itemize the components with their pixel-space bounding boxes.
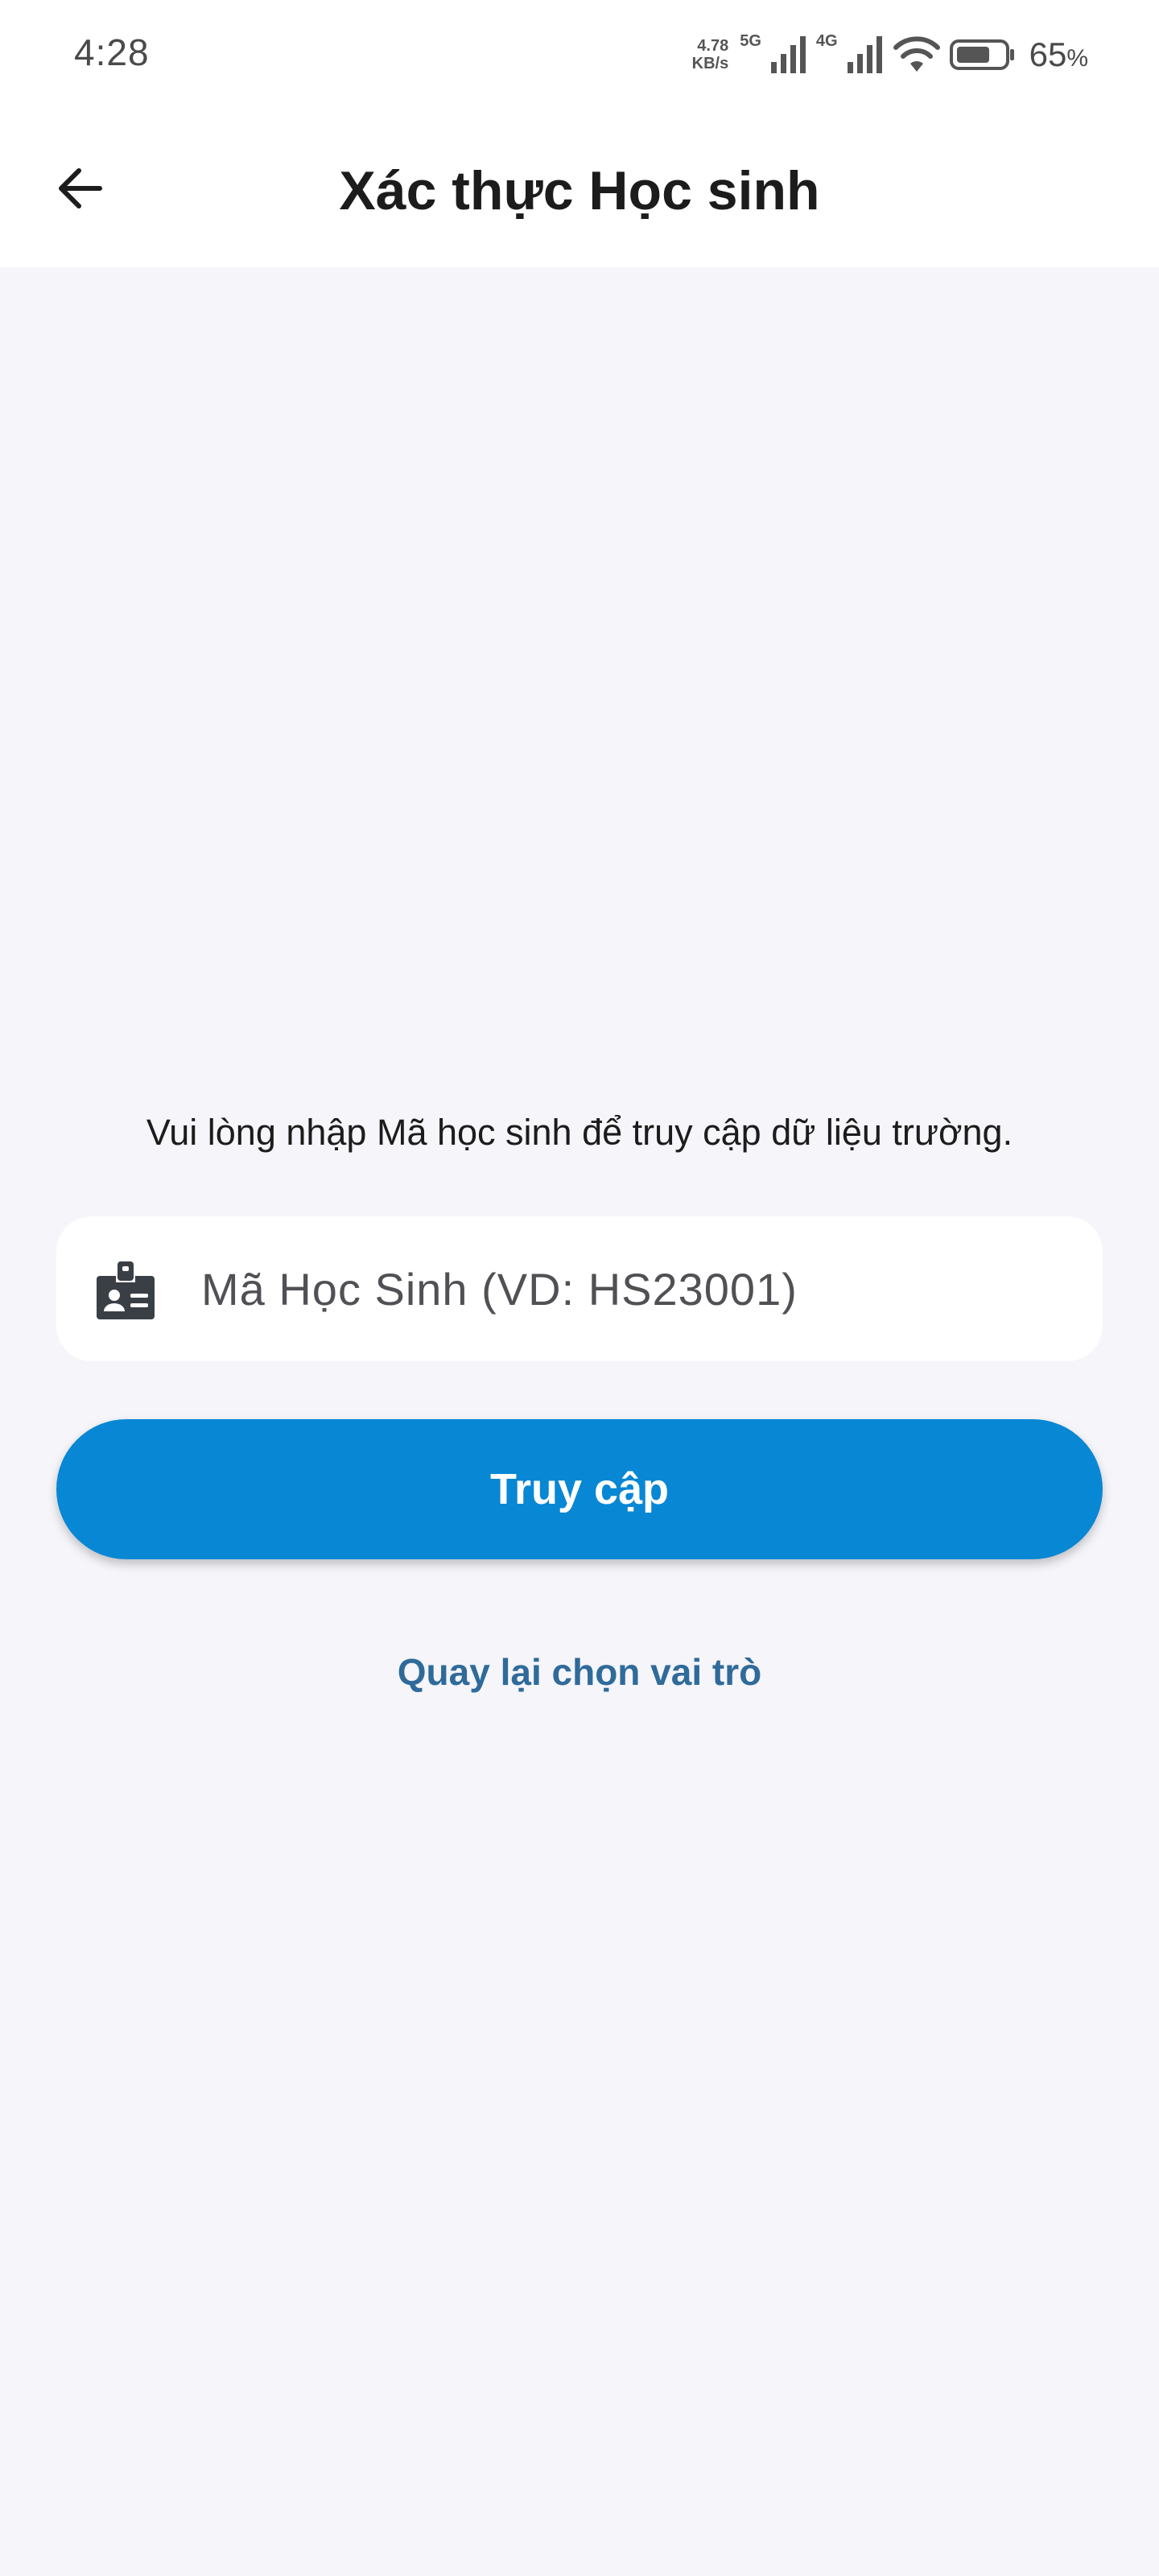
status-time: 4:28 bbox=[74, 31, 150, 73]
student-id-input[interactable] bbox=[201, 1249, 1070, 1329]
network-speed-unit: KB/s bbox=[691, 55, 729, 72]
cell-signal-icon bbox=[770, 36, 806, 73]
cell-signal-icon bbox=[847, 36, 882, 73]
back-to-role-link[interactable]: Quay lại chọn vai trò bbox=[0, 1644, 1159, 1700]
battery-percent-value: 65 bbox=[1029, 35, 1067, 73]
network-speed: 4.78 KB/s bbox=[692, 37, 729, 72]
battery-icon bbox=[949, 39, 1014, 70]
student-id-field-container[interactable] bbox=[56, 1216, 1103, 1361]
id-badge-icon bbox=[97, 1261, 155, 1319]
app-bar: Xác thực Học sinh bbox=[0, 113, 1159, 267]
battery-percent: 65% bbox=[1029, 35, 1088, 74]
page-title: Xác thực Học sinh bbox=[339, 160, 820, 221]
access-button[interactable]: Truy cập bbox=[56, 1419, 1103, 1559]
battery-percent-sign: % bbox=[1066, 45, 1088, 72]
signal-type-label: 4G bbox=[815, 32, 838, 50]
status-icons: 4.78 KB/s 5G 4G 65% bbox=[692, 31, 1088, 79]
instruction-text: Vui lòng nhập Mã học sinh để truy cập dữ… bbox=[146, 1112, 1013, 1153]
network-speed-value: 4.78 bbox=[697, 37, 729, 55]
status-bar: 4:28 4.78 KB/s 5G 4G 65% bbox=[0, 0, 1159, 113]
wifi-icon bbox=[893, 36, 940, 72]
signal-type-label: 5G bbox=[740, 32, 761, 50]
